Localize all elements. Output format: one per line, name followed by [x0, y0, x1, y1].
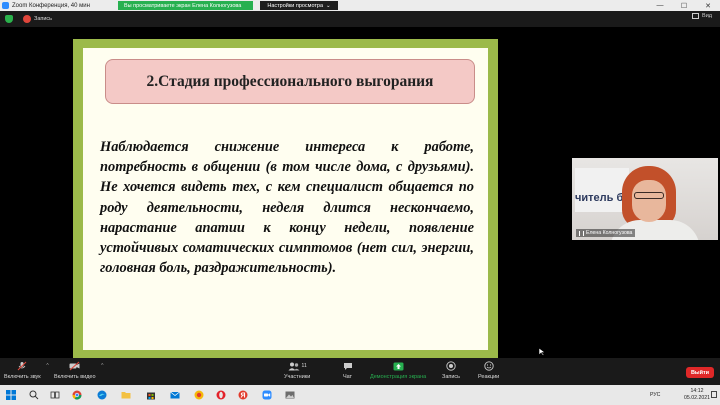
grid-view-icon	[692, 13, 700, 19]
window-title: Zoom Конференция, 40 мин	[12, 2, 90, 9]
view-button[interactable]: Вид	[692, 13, 712, 19]
participant-name: Елена Колногузова	[586, 230, 633, 236]
participants-label: Участники	[284, 374, 311, 380]
file-explorer-icon[interactable]	[121, 390, 131, 400]
opera-icon[interactable]	[216, 390, 226, 400]
start-video-label: Включить видео	[54, 374, 96, 380]
reactions-button[interactable]: Реакции	[478, 361, 499, 380]
close-icon[interactable]: ✕	[696, 0, 720, 11]
share-screen-button[interactable]: Демонстрация экрана	[370, 361, 426, 380]
photos-icon[interactable]	[285, 390, 295, 400]
window-controls: — ☐ ✕	[648, 0, 720, 11]
store-icon[interactable]	[146, 390, 156, 400]
minimize-icon[interactable]: —	[648, 0, 672, 11]
record-button[interactable]: Запись	[442, 361, 460, 380]
camera-off-icon	[69, 361, 80, 371]
slide-heading: 2.Стадия профессионального выгорания	[105, 59, 475, 104]
clock-time: 14:12	[690, 388, 704, 394]
mail-icon[interactable]	[170, 390, 180, 400]
view-button-label: Вид	[702, 13, 712, 19]
notifications-icon[interactable]	[711, 391, 717, 398]
windows-start-icon[interactable]	[6, 390, 16, 400]
screen-share-banner-text: Вы просматриваете экран Елена Колногузов…	[124, 2, 242, 9]
audio-options-chevron-icon[interactable]: ^	[46, 363, 48, 369]
participant-face	[632, 180, 666, 222]
share-screen-label: Демонстрация экрана	[370, 374, 427, 380]
keyboard-language-indicator[interactable]: РУС	[650, 392, 660, 398]
system-clock[interactable]: 14:12 05.02.2021	[684, 388, 710, 402]
participants-count: 11	[301, 363, 307, 369]
zoom-app-icon	[2, 2, 9, 9]
start-video-button[interactable]: Включить видео ^	[54, 361, 104, 380]
microphone-muted-icon	[17, 361, 28, 371]
view-options-label: Настройки просмотра	[267, 2, 324, 9]
slide-body-text: Наблюдается снижение интереса к работе, …	[100, 139, 474, 277]
windows-taskbar: Я РУС 14:12 05.02.2021	[0, 385, 720, 405]
yandex-browser-icon[interactable]	[194, 390, 204, 400]
screen-share-banner: Вы просматриваете экран Елена Колногузов…	[118, 1, 253, 10]
record-icon	[446, 361, 457, 371]
video-options-chevron-icon[interactable]: ^	[101, 363, 103, 369]
zoom-taskbar-icon[interactable]	[262, 390, 272, 400]
mouse-cursor-icon	[538, 347, 546, 356]
chevron-down-icon: ⌄	[326, 2, 331, 9]
presentation-slide: 2.Стадия профессионального выгорания Наб…	[73, 39, 498, 359]
video-background-banner	[575, 168, 629, 212]
search-icon[interactable]	[29, 390, 39, 400]
participant-glasses	[634, 192, 664, 199]
reactions-label: Реакции	[478, 374, 500, 380]
meeting-top-bar: Запись Вид	[0, 11, 720, 27]
maximize-icon[interactable]: ☐	[672, 0, 696, 11]
participants-icon: 11	[286, 361, 308, 371]
reaction-smiley-icon	[483, 361, 494, 371]
task-view-icon[interactable]	[50, 390, 60, 400]
unmute-button[interactable]: Включить звук ^	[4, 361, 49, 380]
leave-meeting-button[interactable]: Выйти	[686, 367, 714, 378]
chat-label: Чат	[342, 374, 353, 380]
audio-level-icon	[579, 230, 584, 236]
record-label: Запись	[442, 374, 461, 380]
video-background-text: читель б	[575, 192, 624, 204]
clock-date: 05.02.2021	[684, 395, 710, 401]
participant-video-tile[interactable]: читель б Елена Колногузова	[572, 158, 718, 240]
participants-button[interactable]: 11 Участники	[284, 361, 310, 380]
recording-icon	[23, 15, 31, 23]
yandex-icon[interactable]: Я	[238, 390, 248, 400]
window-title-bar: Zoom Конференция, 40 мин Вы просматривае…	[0, 0, 720, 11]
slide-content-area: 2.Стадия профессионального выгорания Наб…	[83, 48, 488, 350]
share-screen-icon	[393, 361, 404, 371]
edge-icon[interactable]	[97, 390, 107, 400]
unmute-label: Включить звук	[4, 374, 41, 380]
shield-icon[interactable]	[5, 15, 13, 23]
recording-label: Запись	[34, 16, 53, 22]
chat-icon	[342, 361, 353, 371]
chrome-icon[interactable]	[72, 390, 82, 400]
meeting-controls-bar: Включить звук ^ Включить видео ^ 11 Учас…	[0, 358, 720, 385]
svg-text:Я: Я	[240, 393, 245, 400]
chat-button[interactable]: Чат	[342, 361, 353, 380]
view-options-button[interactable]: Настройки просмотра ⌄	[260, 1, 338, 10]
participant-name-tag: Елена Колногузова	[576, 229, 636, 237]
shared-screen-area: 2.Стадия профессионального выгорания Наб…	[0, 27, 570, 359]
